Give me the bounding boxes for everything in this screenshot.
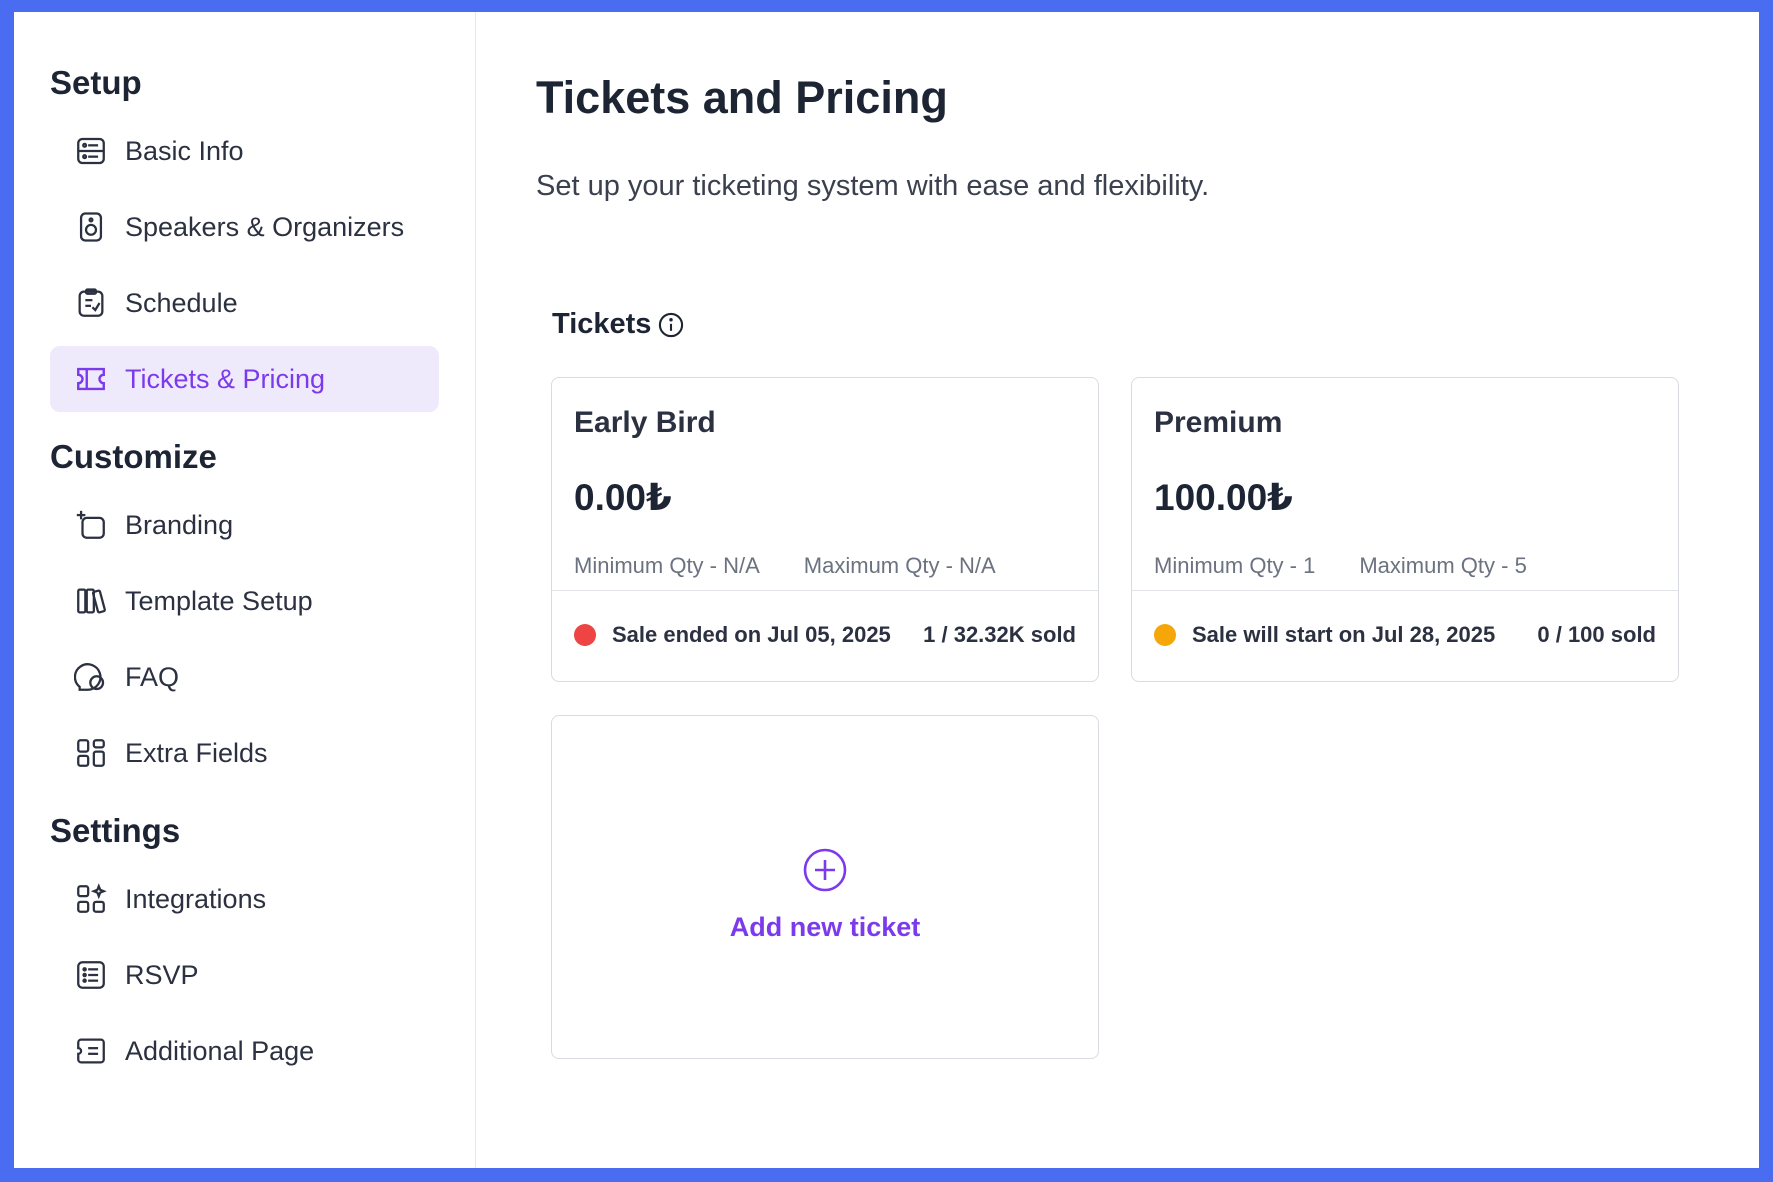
ticket-card-early-bird[interactable]: Early Bird 0.00₺ Minimum Qty - N/A Maxim… bbox=[551, 377, 1099, 682]
sidebar-item-rsvp[interactable]: RSVP bbox=[50, 942, 439, 1008]
ticket-name: Early Bird bbox=[574, 406, 716, 439]
ticket-card-footer: Sale will start on Jul 28, 2025 0 / 100 … bbox=[1132, 591, 1678, 679]
sidebar-item-branding[interactable]: Branding bbox=[50, 492, 439, 558]
ticket-name: Premium bbox=[1154, 406, 1283, 439]
sidebar-item-basic-info[interactable]: Basic Info bbox=[50, 118, 439, 184]
section-title-customize: Customize bbox=[50, 438, 217, 475]
sidebar-item-label: Integrations bbox=[125, 883, 267, 914]
status-dot-red bbox=[574, 624, 596, 646]
speaker-icon bbox=[74, 210, 108, 244]
sidebar-item-label: Branding bbox=[125, 509, 234, 540]
ticket-qty-row: Minimum Qty - 1 Maximum Qty - 5 bbox=[1154, 553, 1656, 579]
ticket-card-body: Premium 100.00₺ Minimum Qty - 1 Maximum … bbox=[1132, 378, 1678, 591]
ticket-price: 0.00₺ bbox=[574, 477, 672, 518]
rsvp-icon bbox=[74, 958, 108, 992]
plus-circle-icon bbox=[801, 846, 849, 894]
add-ticket-button[interactable]: Add new ticket bbox=[551, 715, 1099, 1059]
tickets-heading-label: Tickets bbox=[552, 308, 652, 340]
sidebar: Setup Basic Info Speakers & Organizers S… bbox=[14, 12, 476, 1168]
sidebar-item-label: Speakers & Organizers bbox=[125, 211, 405, 242]
sidebar-item-faq[interactable]: FAQ bbox=[50, 644, 439, 710]
sidebar-item-additional-page[interactable]: Additional Page bbox=[50, 1018, 439, 1084]
ticket-min-qty: Minimum Qty - N/A bbox=[574, 553, 760, 578]
sidebar-item-template-setup[interactable]: Template Setup bbox=[50, 568, 439, 634]
sidebar-item-label: Extra Fields bbox=[125, 737, 268, 768]
template-icon bbox=[74, 584, 108, 618]
sidebar-item-label: Template Setup bbox=[125, 585, 313, 616]
page-subtitle: Set up your ticketing system with ease a… bbox=[536, 170, 1210, 202]
ticket-sold-count: 0 / 100 sold bbox=[1537, 622, 1656, 647]
app-frame: Setup Basic Info Speakers & Organizers S… bbox=[14, 12, 1759, 1168]
sidebar-item-speakers[interactable]: Speakers & Organizers bbox=[50, 194, 439, 260]
faq-icon bbox=[74, 660, 108, 694]
sidebar-item-label: Schedule bbox=[125, 287, 238, 318]
info-icon[interactable] bbox=[657, 311, 685, 339]
ticket-min-qty: Minimum Qty - 1 bbox=[1154, 553, 1316, 578]
sidebar-item-label: FAQ bbox=[125, 661, 180, 692]
additional-page-icon bbox=[74, 1034, 108, 1068]
ticket-card-footer: Sale ended on Jul 05, 2025 1 / 32.32K so… bbox=[552, 591, 1098, 679]
status-dot-amber bbox=[1154, 624, 1176, 646]
ticket-status: Sale ended on Jul 05, 2025 bbox=[612, 622, 891, 647]
ticket-card-premium[interactable]: Premium 100.00₺ Minimum Qty - 1 Maximum … bbox=[1131, 377, 1679, 682]
sidebar-item-label: Tickets & Pricing bbox=[125, 363, 326, 394]
sidebar-item-tickets-pricing[interactable]: Tickets & Pricing bbox=[50, 346, 439, 412]
basic-info-icon bbox=[74, 134, 108, 168]
ticket-sold-count: 1 / 32.32K sold bbox=[923, 622, 1076, 647]
ticket-icon bbox=[74, 362, 108, 396]
sidebar-item-label: Basic Info bbox=[125, 135, 244, 166]
extra-fields-icon bbox=[74, 736, 108, 770]
integrations-icon bbox=[74, 882, 108, 916]
page-title: Tickets and Pricing bbox=[536, 72, 948, 123]
ticket-max-qty: Maximum Qty - 5 bbox=[1359, 553, 1527, 578]
sidebar-item-label: Additional Page bbox=[125, 1035, 315, 1066]
section-title-setup: Setup bbox=[50, 64, 142, 101]
ticket-qty-row: Minimum Qty - N/A Maximum Qty - N/A bbox=[574, 553, 1076, 579]
add-ticket-label: Add new ticket bbox=[729, 911, 921, 942]
sidebar-item-label: RSVP bbox=[125, 959, 199, 990]
sidebar-item-schedule[interactable]: Schedule bbox=[50, 270, 439, 336]
tickets-heading: Tickets bbox=[552, 308, 685, 341]
ticket-card-body: Early Bird 0.00₺ Minimum Qty - N/A Maxim… bbox=[552, 378, 1098, 591]
ticket-max-qty: Maximum Qty - N/A bbox=[803, 553, 996, 578]
schedule-icon bbox=[74, 286, 108, 320]
section-title-settings: Settings bbox=[50, 812, 181, 849]
ticket-price: 100.00₺ bbox=[1154, 477, 1293, 518]
ticket-status: Sale will start on Jul 28, 2025 bbox=[1192, 622, 1496, 647]
branding-icon bbox=[74, 508, 108, 542]
sidebar-item-integrations[interactable]: Integrations bbox=[50, 866, 439, 932]
sidebar-item-extra-fields[interactable]: Extra Fields bbox=[50, 720, 439, 786]
